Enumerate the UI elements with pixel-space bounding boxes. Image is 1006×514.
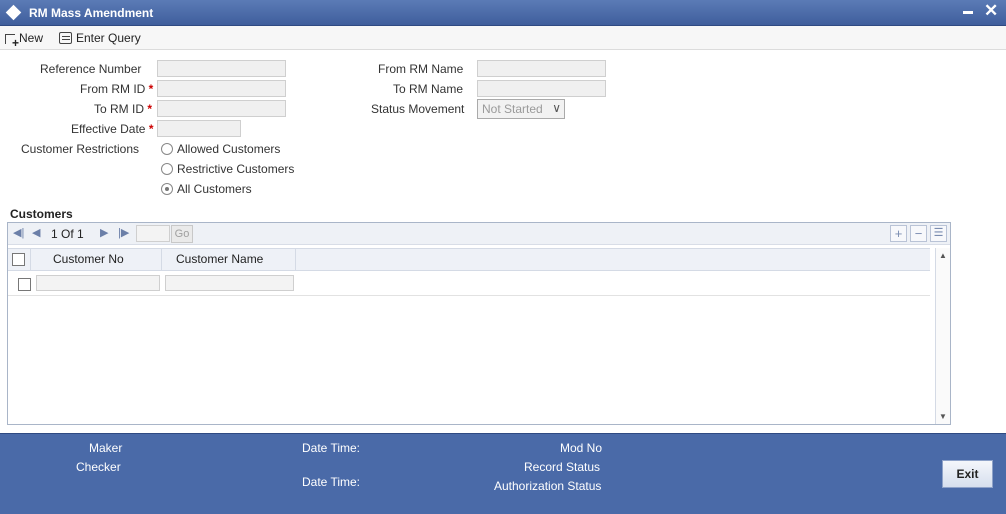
to-rm-name-label: To RM Name — [393, 82, 464, 96]
status-movement-value: Not Started — [482, 102, 543, 116]
toolbar: New Enter Query — [0, 26, 1006, 50]
vertical-scrollbar[interactable]: ▲ ▼ — [935, 248, 950, 424]
customer-restrictions-label: Customer Restrictions — [21, 142, 140, 156]
to-rm-name-field[interactable] — [477, 80, 606, 97]
status-movement-label: Status Movement — [371, 102, 465, 116]
enter-query-button[interactable]: Enter Query — [59, 28, 141, 47]
exit-button[interactable]: Exit — [942, 460, 993, 488]
radio-restrictive-customers[interactable]: Restrictive Customers — [161, 162, 294, 176]
row-checkbox[interactable] — [18, 278, 31, 291]
to-rm-id-label: To RM ID * — [94, 102, 153, 116]
reference-number-field[interactable] — [157, 60, 286, 77]
reference-number-label: Reference Number — [40, 62, 142, 76]
radio-label: Allowed Customers — [177, 142, 281, 156]
record-status-label: Record Status — [524, 460, 601, 474]
customers-section-title: Customers — [10, 207, 73, 221]
from-rm-name-label: From RM Name — [378, 62, 464, 76]
app-diamond-icon — [5, 4, 22, 21]
pager-current: 1 — [51, 227, 58, 241]
new-button[interactable]: New — [5, 28, 44, 50]
window-titlebar: RM Mass Amendment ✕ — [0, 0, 1006, 26]
required-marker: * — [148, 82, 154, 96]
grid-header: Customer No Customer Name — [8, 248, 930, 271]
required-marker: * — [148, 122, 154, 136]
from-rm-id-field[interactable] — [157, 80, 286, 97]
from-rm-id-label: From RM ID * — [80, 82, 154, 96]
checker-date-time-label: Date Time: — [302, 475, 361, 489]
close-icon[interactable]: ✕ — [984, 1, 998, 21]
radio-all-customers[interactable]: All Customers — [161, 182, 252, 196]
customer-no-input[interactable] — [36, 275, 160, 291]
customers-grid: ◀​| ◀ 1 Of 1 ▶ |▶ Go + − ☰ Customer No C… — [7, 222, 951, 425]
radio-label: All Customers — [177, 182, 252, 196]
pager-total: 1 — [77, 227, 84, 241]
authorization-status-label: Authorization Status — [494, 479, 602, 493]
radio-button[interactable] — [161, 183, 173, 195]
grid-toolbar: ◀​| ◀ 1 Of 1 ▶ |▶ Go + − ☰ — [8, 223, 950, 245]
effective-date-field[interactable] — [157, 120, 241, 137]
enter-query-label: Enter Query — [76, 30, 141, 45]
window-title: RM Mass Amendment — [29, 6, 154, 20]
enter-query-icon — [59, 31, 72, 44]
column-header-customer-no[interactable]: Customer No — [30, 249, 162, 270]
next-page-icon[interactable]: ▶ — [100, 226, 108, 239]
pager-text: 1 Of 1 — [51, 227, 84, 241]
first-page-icon[interactable]: ◀​| — [13, 226, 24, 239]
checker-label: Checker — [76, 460, 121, 474]
scroll-down-icon[interactable]: ▼ — [939, 412, 947, 421]
to-rm-id-field[interactable] — [157, 100, 286, 117]
minimize-icon[interactable] — [963, 11, 973, 14]
previous-page-icon[interactable]: ◀ — [32, 226, 40, 239]
scroll-up-icon[interactable]: ▲ — [939, 251, 947, 260]
maker-date-time-label: Date Time: — [302, 441, 361, 455]
from-rm-name-field[interactable] — [477, 60, 606, 77]
pager-of-label: Of — [61, 227, 74, 241]
status-movement-select[interactable]: Not Started ∨ — [477, 99, 565, 119]
chevron-down-icon: ∨ — [552, 101, 561, 115]
last-page-icon[interactable]: |▶ — [118, 226, 129, 239]
radio-label: Restrictive Customers — [177, 162, 295, 176]
required-marker: * — [147, 102, 153, 116]
customer-name-input[interactable] — [165, 275, 294, 291]
add-row-icon[interactable]: + — [890, 225, 907, 242]
effective-date-label: Effective Date * — [71, 122, 154, 136]
table-row — [8, 272, 930, 296]
column-header-customer-name[interactable]: Customer Name — [162, 249, 296, 270]
new-icon — [5, 33, 19, 50]
mod-no-label: Mod No — [560, 441, 603, 455]
new-label: New — [19, 30, 44, 45]
page-number-input[interactable] — [136, 225, 170, 242]
radio-button[interactable] — [161, 163, 173, 175]
radio-button[interactable] — [161, 143, 173, 155]
go-button[interactable]: Go — [171, 225, 193, 243]
maker-label: Maker — [89, 441, 123, 455]
radio-allowed-customers[interactable]: Allowed Customers — [161, 142, 280, 156]
audit-footer: Maker Checker Date Time: Date Time: Mod … — [0, 433, 1006, 514]
delete-row-icon[interactable]: − — [910, 225, 927, 242]
select-all-checkbox[interactable] — [12, 253, 25, 266]
single-view-icon[interactable]: ☰ — [930, 225, 947, 242]
